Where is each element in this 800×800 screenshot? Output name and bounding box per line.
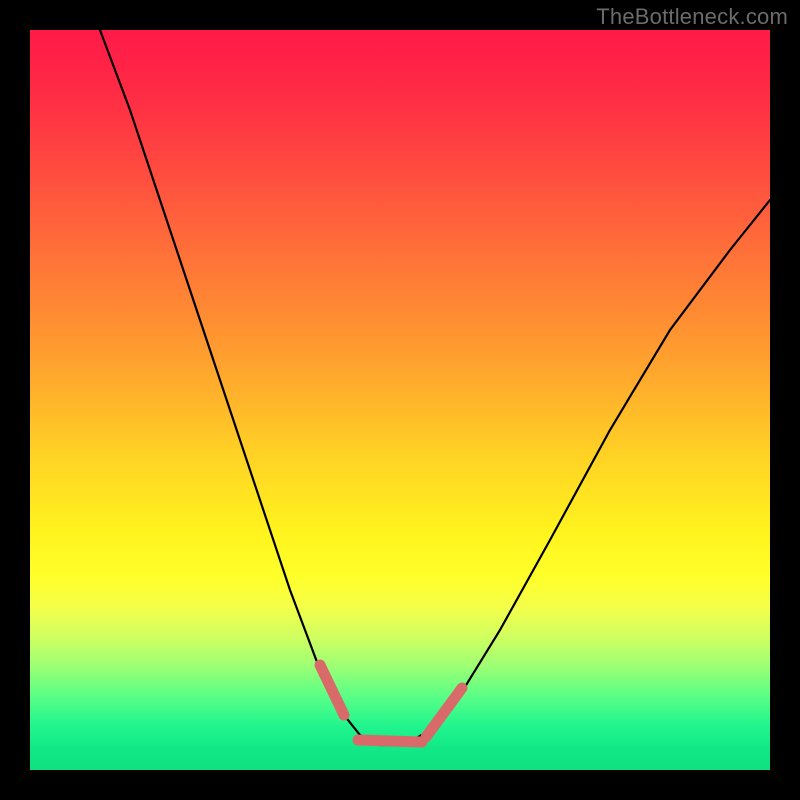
curve-svg <box>30 30 770 770</box>
bottleneck-curve-path <box>100 30 770 745</box>
highlight-left-descent <box>320 665 344 715</box>
highlight-valley-floor <box>358 740 422 742</box>
chart-frame: TheBottleneck.com <box>0 0 800 800</box>
highlight-right-ascent <box>426 688 462 737</box>
watermark-text: TheBottleneck.com <box>596 4 788 30</box>
plot-area <box>30 30 770 770</box>
